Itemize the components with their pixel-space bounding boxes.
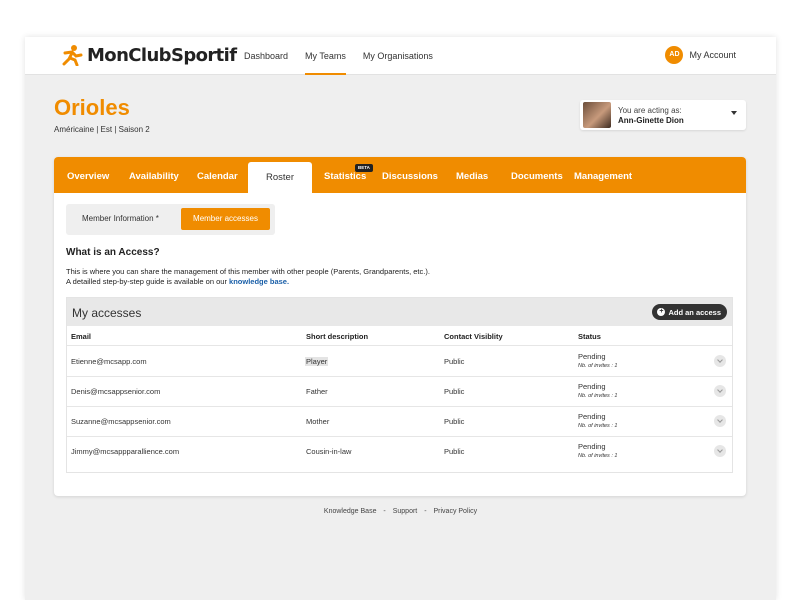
access-description: Cousin-in-law: [306, 447, 352, 456]
table-row: Suzanne@mcsappsenior.com Mother Public P…: [67, 406, 732, 436]
subtab-member-information[interactable]: Member Information *: [82, 214, 159, 223]
brand-name: MonClubSportif: [87, 44, 237, 66]
team-subtitle: Américaine | Est | Saison 2: [54, 125, 150, 134]
guide-text: A detailled step-by-step guide is availa…: [66, 277, 227, 286]
chevron-down-icon[interactable]: [714, 415, 726, 427]
tab-overview[interactable]: Overview: [67, 157, 109, 193]
footer-links: Knowledge Base - Support - Privacy Polic…: [25, 508, 776, 515]
access-description: Player: [305, 357, 329, 366]
plus-icon: +: [657, 308, 666, 316]
footer-separator: -: [424, 508, 427, 515]
footer-support-link[interactable]: Support: [393, 508, 418, 515]
brand-logo[interactable]: MonClubSportif: [59, 44, 237, 67]
beta-badge: BETA: [355, 164, 373, 172]
nav-my-teams[interactable]: My Teams: [305, 37, 346, 75]
account-label: My Account: [689, 50, 736, 60]
column-header-contact-visibility: Contact Visiblity: [444, 332, 503, 341]
accesses-card: My accesses + Add an access Email Short …: [66, 297, 733, 473]
acting-as-label: You are acting as:: [618, 106, 682, 115]
main-nav: Dashboard My Teams My Organisations: [244, 37, 450, 75]
accesses-header: My accesses + Add an access: [67, 298, 732, 326]
tab-management[interactable]: Management: [574, 157, 632, 193]
table-row: Etienne@mcsapp.com Player Public Pending…: [67, 346, 732, 376]
tab-medias[interactable]: Medias: [456, 157, 488, 193]
access-email: Etienne@mcsapp.com: [71, 357, 147, 366]
acting-as-selector[interactable]: You are acting as: Ann-Ginette Dion: [580, 100, 746, 130]
account-avatar: AD: [665, 46, 684, 64]
column-header-email: Email: [71, 332, 92, 341]
tab-availability[interactable]: Availability: [129, 157, 179, 193]
access-contact-visibility: Public: [444, 357, 465, 366]
tab-discussions[interactable]: Discussions: [382, 157, 438, 193]
access-email: Suzanne@mcsappsenior.com: [71, 417, 171, 426]
top-navigation-bar: MonClubSportif Dashboard My Teams My Org…: [25, 37, 776, 75]
access-invites-count: Nb. of invites : 1: [578, 423, 618, 429]
access-status: Pending: [578, 382, 606, 391]
nav-my-organisations[interactable]: My Organisations: [363, 37, 433, 75]
table-row: Jimmy@mcsappparallience.com Cousin-in-la…: [67, 436, 732, 466]
knowledge-base-link[interactable]: knowledge base.: [229, 277, 289, 286]
column-header-status: Status: [578, 332, 601, 341]
accesses-title: My accesses: [72, 306, 142, 320]
team-tabs: Overview Availability Calendar Roster St…: [54, 157, 746, 193]
table-row: Denis@mcsappsenior.com Father Public Pen…: [67, 376, 732, 406]
chevron-down-icon[interactable]: [714, 445, 726, 457]
access-info-title: What is an Access?: [66, 247, 160, 258]
tab-roster[interactable]: Roster: [248, 162, 312, 193]
caret-down-icon: [731, 111, 737, 115]
access-status: Pending: [578, 412, 606, 421]
chevron-down-icon[interactable]: [714, 355, 726, 367]
access-contact-visibility: Public: [444, 387, 465, 396]
team-title: Orioles: [54, 95, 130, 120]
access-info-guide: A detailled step-by-step guide is availa…: [66, 277, 289, 286]
add-access-button[interactable]: + Add an access: [652, 304, 727, 320]
add-access-label: Add an access: [668, 307, 721, 317]
chevron-down-icon[interactable]: [714, 385, 726, 397]
app-window: MonClubSportif Dashboard My Teams My Org…: [25, 37, 776, 600]
footer-separator: -: [383, 508, 386, 515]
access-info-text: This is where you can share the manageme…: [66, 267, 430, 276]
user-photo: [583, 102, 611, 128]
subtab-member-accesses[interactable]: Member accesses: [181, 208, 270, 230]
footer-privacy-policy-link[interactable]: Privacy Policy: [434, 508, 478, 515]
access-email: Jimmy@mcsappparallience.com: [71, 447, 180, 456]
access-description: Father: [306, 387, 328, 396]
tab-statistics[interactable]: Statistics: [324, 157, 366, 193]
member-subtabs: Member Information * Member accesses: [66, 204, 275, 235]
column-header-short-description: Short description: [306, 332, 369, 341]
access-status: Pending: [578, 352, 606, 361]
access-email: Denis@mcsappsenior.com: [71, 387, 161, 396]
access-status: Pending: [578, 442, 606, 451]
roster-panel: Overview Availability Calendar Roster St…: [54, 157, 746, 496]
acting-as-name: Ann-Ginette Dion: [618, 116, 684, 125]
access-contact-visibility: Public: [444, 447, 465, 456]
footer-knowledge-base-link[interactable]: Knowledge Base: [324, 508, 377, 515]
tab-calendar[interactable]: Calendar: [197, 157, 238, 193]
runner-logo-icon: [59, 44, 83, 67]
tab-documents[interactable]: Documents: [511, 157, 563, 193]
access-invites-count: Nb. of invites : 1: [578, 393, 618, 399]
access-invites-count: Nb. of invites : 1: [578, 453, 618, 459]
nav-dashboard[interactable]: Dashboard: [244, 37, 288, 75]
account-menu[interactable]: AD My Account: [665, 46, 736, 64]
access-description: Mother: [306, 417, 330, 426]
access-contact-visibility: Public: [444, 417, 465, 426]
access-invites-count: Nb. of invites : 1: [578, 363, 618, 369]
